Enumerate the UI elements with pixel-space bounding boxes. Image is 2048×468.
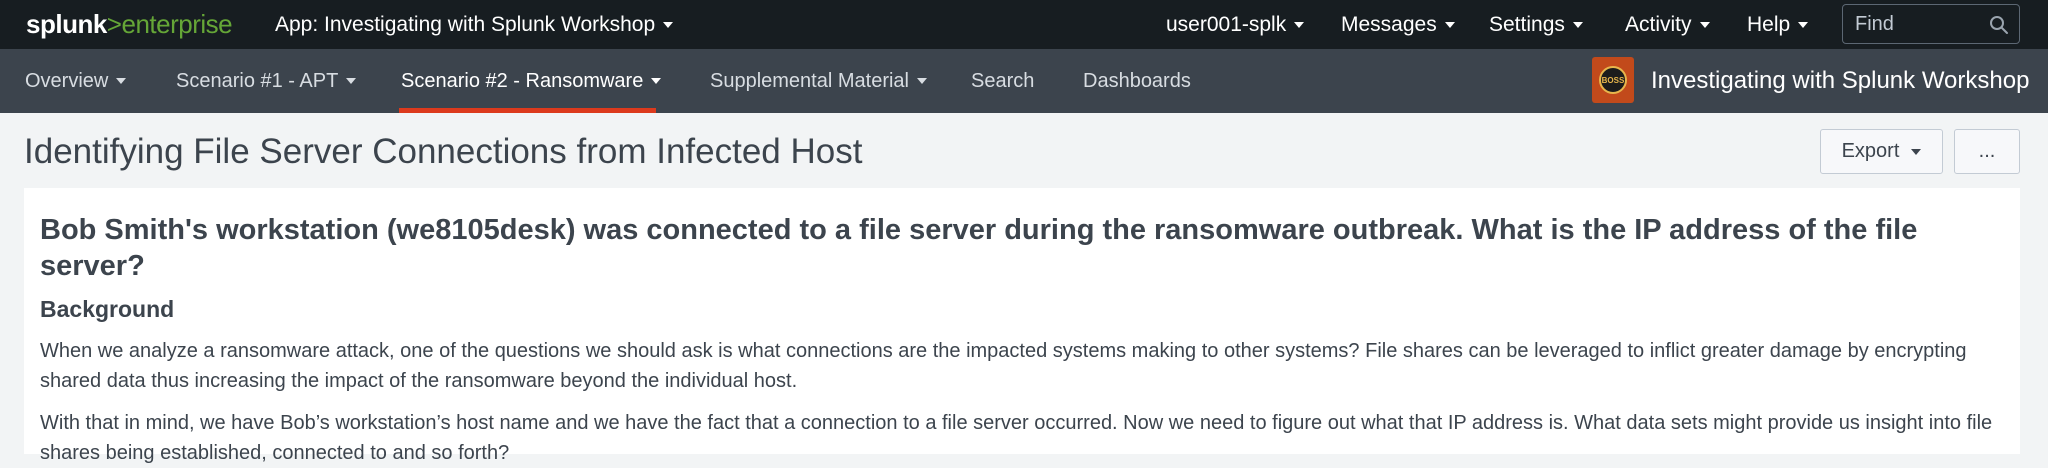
nav-dashboards[interactable]: Dashboards	[1083, 49, 1191, 113]
nav-scenario-2-ransomware[interactable]: Scenario #2 - Ransomware	[401, 49, 662, 113]
chevron-down-icon	[917, 78, 927, 84]
chevron-down-icon	[1572, 21, 1583, 28]
messages-menu[interactable]: Messages	[1341, 0, 1455, 49]
settings-menu-label: Settings	[1489, 12, 1565, 36]
page-title: Identifying File Server Connections from…	[24, 132, 863, 171]
nav-overview[interactable]: Overview	[25, 49, 127, 113]
boss-badge-icon: BOSS	[1592, 57, 1634, 103]
chevron-down-icon	[346, 78, 357, 84]
nav-scenario-1-label: Scenario #1 - APT	[176, 69, 339, 92]
find-input[interactable]	[1855, 12, 1985, 36]
nav-scenario-1-apt[interactable]: Scenario #1 - APT	[176, 49, 357, 113]
nav-supplemental-material[interactable]: Supplemental Material	[710, 49, 927, 113]
find-box	[1842, 4, 2020, 44]
active-tab-indicator	[399, 108, 656, 113]
app-menu[interactable]: App: Investigating with Splunk Workshop	[275, 0, 674, 49]
app-navigation-bar: Overview Scenario #1 - APT Scenario #2 -…	[0, 49, 2048, 113]
export-button[interactable]: Export	[1820, 129, 1943, 174]
badge-emblem: BOSS	[1599, 66, 1627, 94]
settings-menu[interactable]: Settings	[1489, 0, 1583, 49]
background-paragraph-2: With that in mind, we have Bob’s worksta…	[40, 412, 1993, 464]
user-menu[interactable]: user001-splk	[1166, 0, 1305, 49]
question-heading: Bob Smith's workstation (we8105desk) was…	[40, 214, 1918, 282]
top-app-bar: splunk > enterprise App: Investigating wit…	[0, 0, 2048, 49]
html-panel: Bob Smith's workstation (we8105desk) was…	[24, 188, 2020, 464]
logo-chevron-text: >	[106, 9, 122, 39]
help-menu-label: Help	[1747, 12, 1791, 36]
chevron-down-icon	[116, 78, 127, 84]
background-paragraph-1: When we analyze a ransomware attack, one…	[40, 340, 1967, 392]
background-heading: Background	[40, 296, 175, 322]
nav-search[interactable]: Search	[971, 49, 1034, 113]
chevron-down-icon	[1444, 21, 1455, 28]
export-button-label: Export	[1841, 140, 1900, 162]
search-icon[interactable]	[1989, 15, 2009, 35]
chevron-down-icon	[1798, 21, 1809, 28]
nav-scenario-2-label: Scenario #2 - Ransomware	[401, 69, 644, 92]
nav-supplemental-label: Supplemental Material	[710, 69, 909, 92]
more-actions-button[interactable]: ...	[1954, 129, 2020, 174]
messages-menu-label: Messages	[1341, 12, 1437, 36]
nav-dashboards-label: Dashboards	[1083, 69, 1191, 92]
chevron-down-icon	[651, 78, 662, 84]
logo-splunk-text: splunk	[26, 9, 107, 39]
chevron-down-icon	[663, 21, 674, 28]
nav-overview-label: Overview	[25, 69, 109, 92]
user-menu-label: user001-splk	[1166, 12, 1287, 36]
chevron-down-icon	[1294, 21, 1305, 28]
help-menu[interactable]: Help	[1747, 0, 1809, 49]
splunk-enterprise-logo[interactable]: splunk > enterprise	[26, 0, 233, 49]
app-menu-label: App: Investigating with Splunk Workshop	[275, 12, 656, 36]
chevron-down-icon	[1911, 148, 1922, 155]
activity-menu[interactable]: Activity	[1625, 0, 1710, 49]
logo-enterprise-text: enterprise	[121, 9, 233, 39]
app-title: Investigating with Splunk Workshop	[1651, 67, 2030, 94]
nav-search-label: Search	[971, 69, 1035, 92]
chevron-down-icon	[1699, 21, 1710, 28]
activity-menu-label: Activity	[1625, 12, 1692, 36]
